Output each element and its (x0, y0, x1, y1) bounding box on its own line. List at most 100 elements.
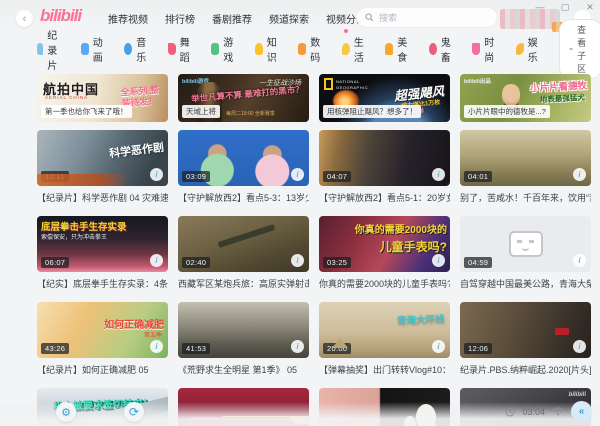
view-subzones-button[interactable]: 查看子区 (559, 19, 600, 79)
video-title[interactable]: 【纪录片】科学恶作剧 04 灾难速成课 (37, 191, 168, 204)
close-button[interactable]: ✕ (584, 1, 596, 13)
banner-line3: 每周二19:00 全新赛季 (226, 111, 275, 117)
duration-badge: 03:25 (323, 257, 352, 268)
duration-badge: 04:59 (464, 257, 493, 268)
minimize-button[interactable]: — (534, 1, 546, 13)
info-icon[interactable]: i (291, 254, 304, 267)
info-icon[interactable]: i (432, 340, 445, 353)
video-thumbnail[interactable]: 04:07 i (319, 130, 450, 186)
tab-food[interactable]: 美食 (385, 34, 411, 64)
refresh-button[interactable]: ⟳ (124, 402, 144, 422)
tab-fashion[interactable]: 时尚 (472, 34, 498, 64)
video-card[interactable]: 你真的需要2000块的 儿童手表吗? 03:25 i 你真的需要2000块的儿童… (319, 216, 450, 290)
search-bar[interactable] (357, 8, 497, 27)
nav-item-ranking[interactable]: 排行榜 (165, 11, 195, 26)
video-thumbnail[interactable]: 如何正确减肥 第五季 43:26 i (37, 302, 168, 358)
video-card[interactable]: 03:09 i 【守护解放西2】看点5-3：13岁少女数学考9分还阻 (178, 130, 309, 204)
banner-game-ad[interactable]: bilibili游戏 一生征战沙场 举世凡算不算 最难打的黑市？ 每周二19:0… (178, 74, 309, 122)
video-card[interactable]: 如何正确减肥 第五季 43:26 i 【纪录片】如何正确减肥 05 (37, 302, 168, 376)
tab-documentary[interactable]: 纪录片 (37, 27, 63, 79)
video-card[interactable]: 底层拳击手生存实录 索偿保安，只为冲击拳王 06:07 i 【纪实】底层拳手生存… (37, 216, 168, 290)
video-title[interactable]: 纪录片.PBS.纳粹崛起.2020[片头][高清][英字] (460, 363, 591, 376)
tab-music[interactable]: 音乐 (124, 34, 150, 64)
back-button[interactable]: ‹ (16, 10, 33, 27)
video-title[interactable]: 别了，苦咸水！千百年来，饮用“苦水”的时代过 (460, 191, 591, 204)
video-card[interactable]: 04:59 i 自驾穿越中国最美公路，青海大柴旦发生的意外让我 (460, 216, 591, 290)
video-title[interactable]: 你真的需要2000块的儿童手表吗? (319, 277, 450, 290)
video-title[interactable]: 西藏军区某炮兵旅：高原实弹射击 检验炮阵协同打击 (178, 277, 309, 290)
info-icon[interactable]: i (432, 254, 445, 267)
banner-subtitle: AERIAL CHINA (45, 95, 89, 100)
banner-aerial-china[interactable]: 航拍中国 AERIAL CHINA 全系列 整装待发！ 第一季也给你飞来了哦！ (37, 74, 168, 122)
tab-anime[interactable]: 动画 (80, 34, 107, 64)
window-controls: — ▢ ✕ (534, 1, 596, 13)
video-thumbnail[interactable]: 底层拳击手生存实录 索偿保安，只为冲击拳王 06:07 i (37, 216, 168, 272)
double-chevron-icon: « (578, 406, 585, 417)
banner-caption: 第一季也给你飞来了哦！ (41, 105, 132, 118)
video-card[interactable]: 41:53 i 《荒野求生全明星 第1季》 05 (178, 302, 309, 376)
knowledge-icon (254, 43, 263, 55)
duration-badge: 06:07 (41, 257, 70, 268)
info-icon[interactable]: i (150, 168, 163, 181)
nav-item-bangumi[interactable]: 番剧推荐 (212, 11, 252, 26)
video-thumbnail-placeholder[interactable]: 04:59 i (460, 216, 591, 272)
tab-entertainment[interactable]: 娱乐 (515, 34, 542, 64)
video-thumbnail[interactable]: 12:06 i (460, 302, 591, 358)
video-card[interactable]: 科学恶作剧 12:11 i 【纪录片】科学恶作剧 04 灾难速成课 (37, 130, 168, 204)
video-card[interactable]: 青海大环线 20:00 i 【弹幕抽奖】出门转转Vlog#10：粮水都没备足就想 (319, 302, 450, 376)
nav-item-channels[interactable]: 频道探索 (269, 11, 309, 26)
game-icon (211, 43, 220, 55)
tab-kichiku[interactable]: 鬼畜 (428, 34, 455, 64)
video-card[interactable] (178, 388, 309, 426)
search-input[interactable] (379, 12, 479, 23)
info-icon[interactable]: i (573, 340, 586, 353)
duration-badge: 20:00 (323, 343, 352, 354)
category-tabs: 纪录片 动画 音乐 舞蹈 游戏 知识 数码 生活 美食 鬼畜 时尚 娱乐 查看子… (37, 19, 600, 79)
banner-natgeo-hurricane[interactable]: NATIONAL GEOGRAPHIC 超强飓风 威力堪比1万枚 原子弹 用核弹… (319, 74, 450, 122)
video-card[interactable]: 02:40 i 西藏军区某炮兵旅：高原实弹射击 检验炮阵协同打击 (178, 216, 309, 290)
video-card[interactable] (319, 388, 450, 426)
tab-knowledge[interactable]: 知识 (254, 34, 281, 64)
dance-icon (167, 43, 176, 55)
info-icon[interactable]: i (291, 168, 304, 181)
video-thumbnail[interactable]: 你真的需要2000块的 儿童手表吗? 03:25 i (319, 216, 450, 272)
banner-dog-video[interactable]: bilibili出品 小片片看德牧 地表最强猛犬 小片片眼中的德牧是...? (460, 74, 591, 122)
tab-game[interactable]: 游戏 (211, 34, 237, 64)
video-thumbnail[interactable] (319, 388, 450, 426)
info-icon[interactable]: i (432, 168, 445, 181)
video-thumbnail[interactable]: 02:40 i (178, 216, 309, 272)
back-icon: ‹ (22, 12, 27, 25)
video-thumbnail[interactable] (178, 388, 309, 426)
video-title[interactable]: 【弹幕抽奖】出门转转Vlog#10：粮水都没备足就想 (319, 363, 450, 376)
video-thumbnail[interactable]: 科学恶作剧 12:11 i (37, 130, 168, 186)
info-icon[interactable]: i (573, 254, 586, 267)
duration-badge: 12:11 (41, 171, 69, 182)
collapse-button[interactable]: « (571, 401, 592, 422)
duration-badge: 04:01 (464, 171, 493, 182)
bilibili-logo[interactable]: bilibili (40, 6, 82, 26)
tab-digital[interactable]: 数码 (298, 34, 324, 64)
info-icon[interactable]: i (150, 254, 163, 267)
video-title[interactable]: 【纪录片】如何正确减肥 05 (37, 363, 168, 376)
video-title[interactable]: 【守护解放西2】看点5-3：13岁少女数学考9分还阻 (178, 191, 309, 204)
info-icon[interactable]: i (573, 168, 586, 181)
video-thumbnail[interactable]: 04:01 i (460, 130, 591, 186)
tab-life[interactable]: 生活 (341, 34, 368, 64)
video-card[interactable]: 04:07 i 【守护解放西2】看点5-1：20岁女生被绑架，绑匪索 (319, 130, 450, 204)
video-card[interactable]: 12:06 i 纪录片.PBS.纳粹崛起.2020[片头][高清][英字] (460, 302, 591, 376)
tab-dance[interactable]: 舞蹈 (167, 34, 194, 64)
video-thumbnail[interactable]: 41:53 i (178, 302, 309, 358)
video-thumbnail[interactable]: 青海大环线 20:00 i (319, 302, 450, 358)
video-card[interactable]: 04:01 i 别了，苦咸水！千百年来，饮用“苦水”的时代过 (460, 130, 591, 204)
bilibili-tv-icon (508, 231, 543, 257)
video-title[interactable]: 【纪实】底层拳手生存实录：4条金腰带拳王兼职送外 (37, 277, 168, 290)
video-title[interactable]: 自驾穿越中国最美公路，青海大柴旦发生的意外让我 (460, 277, 591, 290)
info-icon[interactable]: i (150, 340, 163, 353)
info-icon[interactable]: i (291, 340, 304, 353)
settings-button[interactable]: ⚙ (56, 402, 76, 422)
video-thumbnail[interactable]: 03:09 i (178, 130, 309, 186)
video-title[interactable]: 【守护解放西2】看点5-1：20岁女生被绑架，绑匪索 (319, 191, 450, 204)
nav-item-recommend[interactable]: 推荐视频 (108, 11, 148, 26)
maximize-button[interactable]: ▢ (559, 1, 571, 13)
video-title[interactable]: 《荒野求生全明星 第1季》 05 (178, 363, 309, 376)
